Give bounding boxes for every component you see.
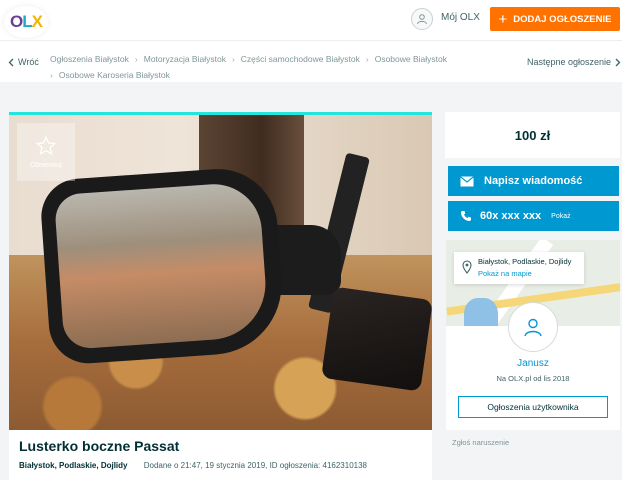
page-title: Lusterko boczne Passat (19, 438, 180, 454)
map-address: Białystok, Podlaskie, Dojlidy (478, 257, 572, 266)
chevron-right-icon (615, 58, 621, 66)
listing-photo[interactable]: Obserwuj (9, 112, 432, 430)
seller-box: Janusz Na OLX.pl od lis 2018 Ogłoszenia … (446, 302, 620, 430)
chevron-right-icon: › (50, 70, 53, 80)
breadcrumb-item[interactable]: Motoryzacja Białystok (144, 54, 226, 64)
location-pin-icon (462, 260, 472, 274)
seller-listings-button[interactable]: Ogłoszenia użytkownika (458, 396, 608, 418)
phone-icon (461, 211, 471, 221)
seller-name[interactable]: Janusz (446, 358, 620, 369)
back-label: Wróć (18, 57, 39, 67)
show-phone-button[interactable]: 60x xxx xxx Pokaż (448, 201, 619, 231)
map-water (464, 298, 498, 326)
logo-letter-l: L (22, 12, 32, 31)
observe-button[interactable]: Obserwuj (17, 123, 75, 181)
user-icon[interactable] (411, 8, 433, 30)
chevron-left-icon (8, 58, 14, 66)
next-listing-label: Następne ogłoszenie (527, 57, 612, 67)
listing-meta: Białystok, Podlaskie, Dojlidy Dodane o 2… (19, 461, 367, 470)
breadcrumb-item[interactable]: Osobowe Karoseria Białystok (59, 70, 170, 80)
envelope-icon (460, 175, 474, 186)
listing-location[interactable]: Białystok, Podlaskie, Dojlidy (19, 461, 127, 470)
show-on-map-link[interactable]: Pokaż na mapie (478, 269, 532, 278)
price-box: 100 zł (445, 112, 620, 158)
phone-show-label: Pokaż (551, 212, 571, 220)
logo-letter-o: O (10, 12, 23, 31)
my-olx-link[interactable]: Mój OLX (441, 12, 480, 23)
avatar (508, 302, 558, 352)
olx-logo[interactable]: OLX (4, 6, 48, 38)
report-link[interactable]: Zgłoś naruszenie (452, 438, 509, 447)
send-message-label: Napisz wiadomość (484, 175, 583, 187)
star-icon (35, 135, 57, 156)
chevron-right-icon: › (134, 54, 138, 64)
listing-added-info: Dodane o 21:47, 19 stycznia 2019, ID ogł… (143, 461, 367, 470)
top-header: OLX Mój OLX + DODAJ OGŁOSZENIE (0, 0, 622, 40)
back-link[interactable]: Wróć (8, 57, 39, 67)
seller-since: Na OLX.pl od lis 2018 (496, 374, 570, 383)
breadcrumb: Ogłoszenia Białystok › Motoryzacja Białyst… (50, 51, 490, 83)
next-listing-link[interactable]: Następne ogłoszenie (527, 57, 621, 67)
mirror-glass (53, 181, 270, 350)
breadcrumb-item[interactable]: Osobowe Białystok (375, 54, 447, 64)
map-address-card: Białystok, Podlaskie, Dojlidy Pokaż na m… (454, 252, 584, 284)
breadcrumb-item[interactable]: Ogłoszenia Białystok (50, 54, 129, 64)
chevron-right-icon: › (365, 54, 369, 64)
send-message-button[interactable]: Napisz wiadomość (448, 166, 619, 196)
breadcrumb-item[interactable]: Części samochodowe Białystok (241, 54, 360, 64)
listing-details: Lusterko boczne Passat Białystok, Podlas… (9, 430, 432, 480)
add-listing-label: DODAJ OGŁOSZENIE (513, 13, 612, 25)
wallet (321, 286, 432, 392)
price: 100 zł (514, 127, 551, 143)
breadcrumb-bar: Wróć Ogłoszenia Białystok › Motoryzacja Bi… (0, 40, 622, 82)
phone-number-masked: 60x xxx xxx (480, 210, 542, 222)
add-listing-button[interactable]: + DODAJ OGŁOSZENIE (490, 7, 620, 31)
plus-icon: + (498, 10, 508, 28)
user-icon (524, 318, 542, 337)
chevron-right-icon: › (231, 54, 235, 64)
logo-letter-x: X (31, 12, 43, 31)
observe-label: Obserwuj (30, 160, 62, 169)
